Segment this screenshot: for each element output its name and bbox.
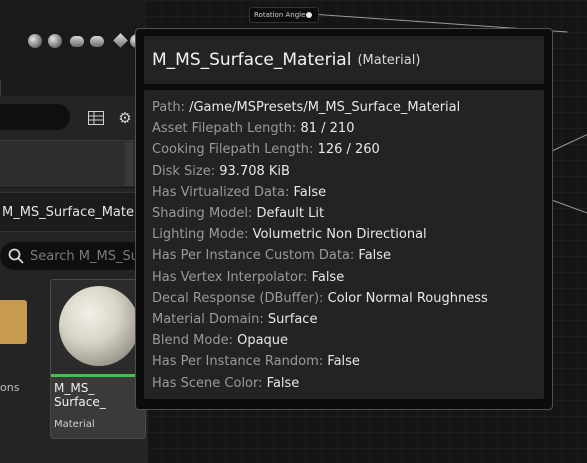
property-value: 93.708 KiB bbox=[219, 163, 290, 179]
property-key: Decal Response (DBuffer): bbox=[152, 290, 324, 306]
property-value: Surface bbox=[267, 312, 318, 328]
property-row: Asset Filepath Length: 81 / 210 bbox=[152, 118, 544, 139]
property-key: Has Virtualized Data: bbox=[152, 184, 290, 200]
property-value: False bbox=[293, 184, 327, 200]
property-value: 81 / 210 bbox=[300, 121, 355, 137]
property-value: False bbox=[327, 354, 360, 370]
property-key: Disk Size: bbox=[152, 163, 216, 179]
asset-type-label: Material bbox=[54, 419, 95, 430]
property-value: Opaque bbox=[237, 333, 289, 349]
pin-label: Rotation Angle bbox=[254, 11, 306, 19]
search-input[interactable] bbox=[24, 247, 142, 265]
tooltip-properties: Path: /Game/MSPresets/M_MS_Surface_Mater… bbox=[144, 90, 544, 399]
property-row: Path: /Game/MSPresets/M_MS_Surface_Mater… bbox=[152, 97, 544, 118]
rotation-angle-pin[interactable]: Rotation Angle bbox=[249, 7, 319, 23]
property-row: Lighting Mode: Volumetric Non Directiona… bbox=[152, 224, 544, 245]
cube-preview-icon[interactable] bbox=[113, 33, 128, 48]
property-row: Has Per Instance Random: False bbox=[152, 351, 544, 372]
property-row: Has Virtualized Data: False bbox=[152, 182, 544, 203]
sphere-preview-icon[interactable] bbox=[48, 34, 62, 48]
grid-view-icon[interactable] bbox=[86, 108, 106, 128]
property-row: Cooking Filepath Length: 126 / 260 bbox=[152, 139, 544, 160]
asset-type-color-bar bbox=[51, 374, 145, 377]
pin-connector-icon[interactable] bbox=[306, 12, 312, 18]
sphere-preview-icon[interactable] bbox=[28, 34, 42, 48]
property-key: Cooking Filepath Length: bbox=[152, 142, 314, 158]
property-row: Has Per Instance Custom Data: False bbox=[152, 245, 544, 266]
tooltip-header: M_MS_Surface_Material (Material) bbox=[144, 36, 544, 84]
property-key: Has Per Instance Custom Data: bbox=[152, 248, 355, 264]
asset-name: M_MS_ Surface_ bbox=[54, 381, 106, 409]
folder-icon[interactable] bbox=[0, 300, 27, 344]
property-key: Lighting Mode: bbox=[152, 227, 249, 243]
source-tabs-bar bbox=[0, 140, 145, 188]
property-key: Path: bbox=[152, 100, 185, 115]
property-value: False bbox=[358, 248, 392, 264]
search-icon bbox=[8, 248, 24, 264]
property-row: Shading Model: Default Lit bbox=[152, 203, 544, 224]
property-value: Default Lit bbox=[256, 206, 325, 222]
breadcrumb[interactable]: M_MS_Surface_Material bbox=[0, 192, 148, 232]
asset-tile-material[interactable]: M_MS_ Surface_ Material bbox=[50, 279, 146, 439]
breadcrumb-path: M_MS_Surface_Material bbox=[2, 204, 148, 220]
content-browser-filter-field[interactable] bbox=[0, 104, 70, 130]
tooltip-asset-type: (Material) bbox=[357, 52, 421, 68]
asset-thumbnail bbox=[51, 280, 145, 374]
asset-tooltip: M_MS_Surface_Material (Material) Path: /… bbox=[135, 28, 553, 410]
property-value: Color Normal Roughness bbox=[327, 290, 488, 306]
property-key: Shading Model: bbox=[152, 206, 253, 222]
property-key: Has Per Instance Random: bbox=[152, 354, 324, 370]
property-row: Disk Size: 93.708 KiB bbox=[152, 161, 544, 182]
property-value: False bbox=[311, 269, 345, 285]
folder-label: ons bbox=[0, 381, 20, 394]
property-row: Blend Mode: Opaque bbox=[152, 330, 544, 351]
asset-search-field[interactable] bbox=[0, 242, 145, 270]
property-key: Material Domain: bbox=[152, 312, 264, 328]
property-key: Asset Filepath Length: bbox=[152, 121, 297, 137]
plane-preview-icon[interactable] bbox=[90, 36, 104, 47]
property-key: Has Scene Color: bbox=[152, 375, 263, 391]
property-key: Blend Mode: bbox=[152, 333, 233, 349]
property-row: Has Scene Color: False bbox=[152, 373, 544, 394]
property-value: Volumetric Non Directional bbox=[252, 227, 427, 243]
gear-icon[interactable]: ⚙ bbox=[115, 108, 135, 128]
property-key: Has Vertex Interpolator: bbox=[152, 269, 308, 285]
property-value: /Game/MSPresets/M_MS_Surface_Material bbox=[189, 100, 461, 115]
material-sphere-preview bbox=[59, 286, 139, 366]
cylinder-preview-icon[interactable] bbox=[70, 36, 84, 47]
property-value: 126 / 260 bbox=[317, 142, 380, 158]
property-row: Has Vertex Interpolator: False bbox=[152, 267, 544, 288]
preview-shape-toolbar bbox=[0, 0, 145, 80]
property-value: False bbox=[266, 375, 300, 391]
panel-splitter[interactable] bbox=[125, 142, 133, 186]
property-row: Material Domain: Surface bbox=[152, 309, 544, 330]
property-row: Decal Response (DBuffer): Color Normal R… bbox=[152, 288, 544, 309]
tooltip-title: M_MS_Surface_Material bbox=[152, 50, 352, 70]
